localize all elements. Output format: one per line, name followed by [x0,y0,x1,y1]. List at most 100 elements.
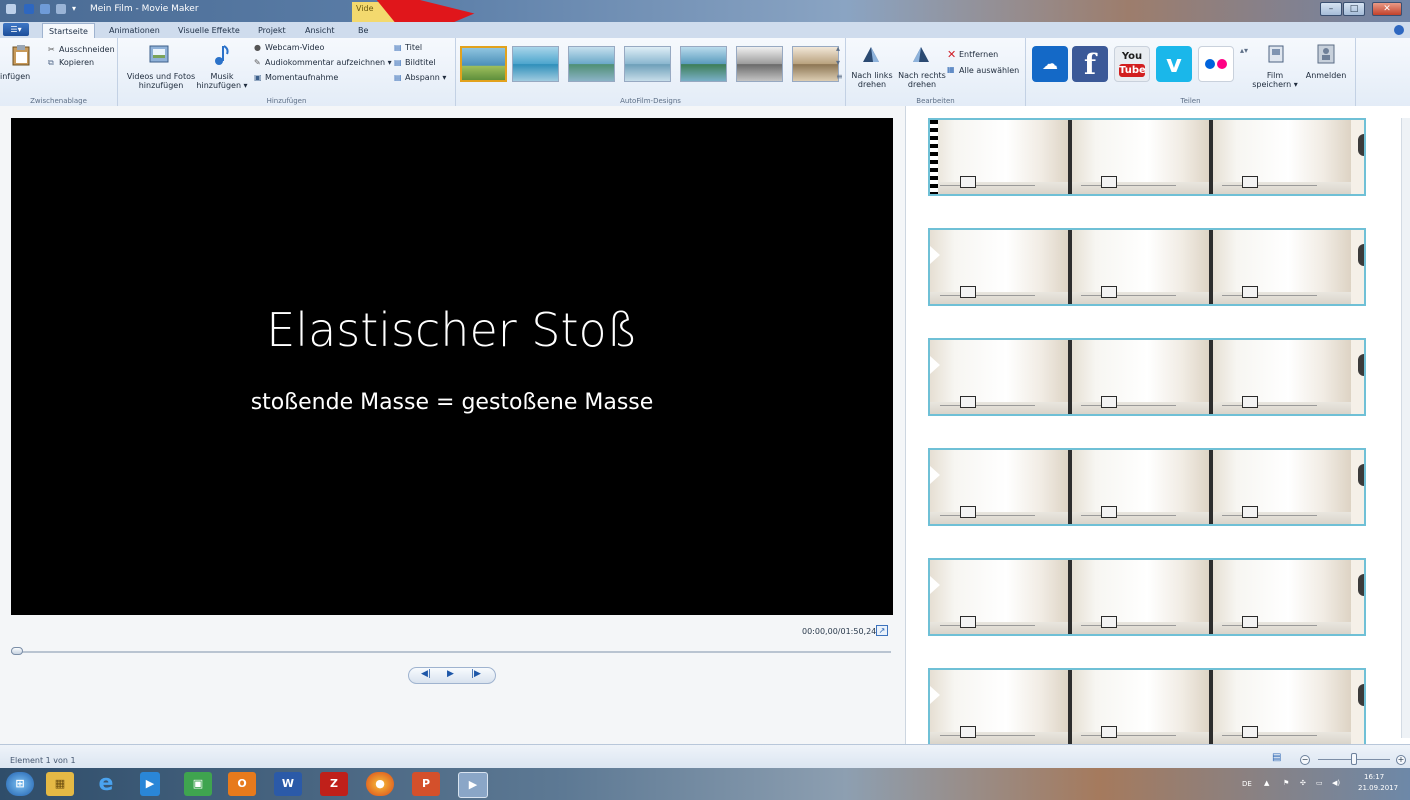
tab-animationen[interactable]: Animationen [103,23,166,38]
select-all-button[interactable]: Alle auswählen [959,66,1019,75]
redo-icon[interactable] [56,4,66,14]
title-button[interactable]: Titel [405,43,422,52]
zoom-slider-knob[interactable] [1351,753,1357,765]
paste-button[interactable]: infügen [0,72,30,81]
save-movie-button[interactable]: Film speichern ▾ [1248,71,1302,89]
firefox-icon[interactable]: ● [366,772,394,796]
cut-button[interactable]: Ausschneiden [59,45,115,54]
zoom-out-button[interactable]: − [1300,755,1310,765]
fullscreen-icon[interactable]: ↗ [876,625,888,636]
word-icon[interactable]: W [274,772,302,796]
frame-divider [1068,670,1072,744]
clock-date[interactable]: 21.09.2017 [1358,784,1398,792]
language-indicator[interactable]: DE [1242,780,1252,788]
storyboard-scrollbar[interactable] [1401,118,1410,738]
clip-thumbnail [1071,230,1210,304]
frame-divider [1209,230,1213,304]
storyboard-view-icon[interactable]: ▤ [1272,752,1281,763]
volume-icon[interactable]: ◀) [1332,779,1340,787]
save-icon[interactable] [24,4,34,14]
themes-scroll-up-icon[interactable]: ▴ [836,44,840,53]
storyboard-clip[interactable] [928,118,1366,196]
tab-bearbeiten[interactable]: Be [352,23,374,38]
facebook-icon[interactable]: f [1072,46,1108,82]
minimize-button[interactable]: – [1320,2,1342,16]
clock-time[interactable]: 16:17 [1364,773,1384,781]
share-scroll-icon[interactable]: ▴▾ [1240,46,1248,55]
movie-maker-icon[interactable]: ▶ [458,772,488,798]
flickr-icon[interactable] [1198,46,1234,82]
rotate-right-button[interactable]: Nach rechts drehen [896,71,948,89]
tab-visuelle-effekte[interactable]: Visuelle Effekte [172,23,246,38]
webcam-video-button[interactable]: Webcam-Video [265,43,324,52]
youtube-icon[interactable]: You Tube [1114,46,1150,82]
storyboard-clip[interactable] [928,228,1366,306]
save-movie-icon[interactable] [1266,44,1286,64]
sign-in-icon[interactable] [1316,44,1336,64]
tray-app-icon[interactable]: ✣ [1300,779,1306,787]
app-menu-button[interactable]: ☰▾ [3,23,29,36]
explorer-icon[interactable]: ▦ [46,772,74,796]
video-preview[interactable]: Elastischer Stoß stoßende Masse = gestoß… [11,118,893,615]
caption-button[interactable]: Bildtitel [405,58,436,67]
themes-scroll-down-icon[interactable]: ▾ [836,58,840,67]
clip-start-marker [930,576,940,594]
tab-ansicht[interactable]: Ansicht [299,23,341,38]
maximize-button[interactable]: □ [1343,2,1365,16]
help-icon[interactable] [1394,25,1404,35]
tray-expand-icon[interactable]: ▲ [1264,779,1269,787]
network-icon[interactable]: ▭ [1316,779,1323,787]
narration-button[interactable]: Audiokommentar aufzeichnen ▾ [265,58,392,67]
media-player-icon[interactable]: ▶ [140,772,160,796]
seek-bar[interactable] [11,651,891,653]
group-themes: ▴ ▾ ≡ AutoFilm-Designs [456,38,846,106]
storyboard-clip[interactable] [928,338,1366,416]
theme-cinematic[interactable] [568,46,615,82]
play-icon[interactable]: ▶ [447,669,454,679]
storyboard-clip[interactable] [928,558,1366,636]
rotate-right-icon[interactable] [910,44,932,64]
theme-sepia[interactable] [792,46,839,82]
frame-divider [1209,120,1213,194]
previous-frame-icon[interactable]: ◀| [421,669,431,679]
tab-projekt[interactable]: Projekt [252,23,292,38]
themes-more-icon[interactable]: ≡ [836,72,843,81]
credits-button[interactable]: Abspann ▾ [405,73,446,82]
rotate-left-button[interactable]: Nach links drehen [846,71,898,89]
storyboard-clip[interactable] [928,448,1366,526]
undo-icon[interactable] [40,4,50,14]
playhead-indicator[interactable] [930,120,938,194]
theme-contemporary[interactable] [512,46,559,82]
rotate-left-icon[interactable] [860,44,882,64]
frame-divider [1209,670,1213,744]
vimeo-icon[interactable]: v [1156,46,1192,82]
seek-knob[interactable] [11,647,23,655]
music-icon[interactable] [214,44,230,66]
storyboard-clip[interactable] [928,668,1366,746]
outlook-icon[interactable]: O [228,772,256,796]
close-button[interactable]: ✕ [1372,2,1402,16]
internet-explorer-icon[interactable]: e [92,772,120,796]
sign-in-button[interactable]: Anmelden [1302,71,1350,80]
customize-quick-access-icon[interactable]: ▾ [72,4,82,14]
theme-fade[interactable] [624,46,671,82]
zoom-in-button[interactable]: + [1396,755,1406,765]
theme-default[interactable] [460,46,507,82]
add-music-button[interactable]: Musik hinzufügen ▾ [196,72,248,90]
copy-button[interactable]: Kopieren [59,58,94,67]
start-button[interactable]: ⊞ [6,772,34,796]
snapshot-button[interactable]: Momentaufnahme [265,73,338,82]
powerpoint-icon[interactable]: P [412,772,440,796]
onedrive-icon[interactable]: ☁ [1032,46,1068,82]
theme-black-white[interactable] [736,46,783,82]
tab-startseite[interactable]: Startseite [42,23,95,39]
remove-button[interactable]: Entfernen [959,50,998,59]
theme-pan-zoom[interactable] [680,46,727,82]
paste-icon[interactable] [12,44,30,66]
add-videos-photos-button[interactable]: Videos und Fotos hinzufügen [123,72,199,90]
calculator-icon[interactable]: ▣ [184,772,212,796]
filezilla-icon[interactable]: Z [320,772,348,796]
action-center-flag-icon[interactable]: ⚑ [1283,779,1289,787]
next-frame-icon[interactable]: |▶ [471,669,481,679]
videos-photos-icon[interactable] [148,44,170,66]
